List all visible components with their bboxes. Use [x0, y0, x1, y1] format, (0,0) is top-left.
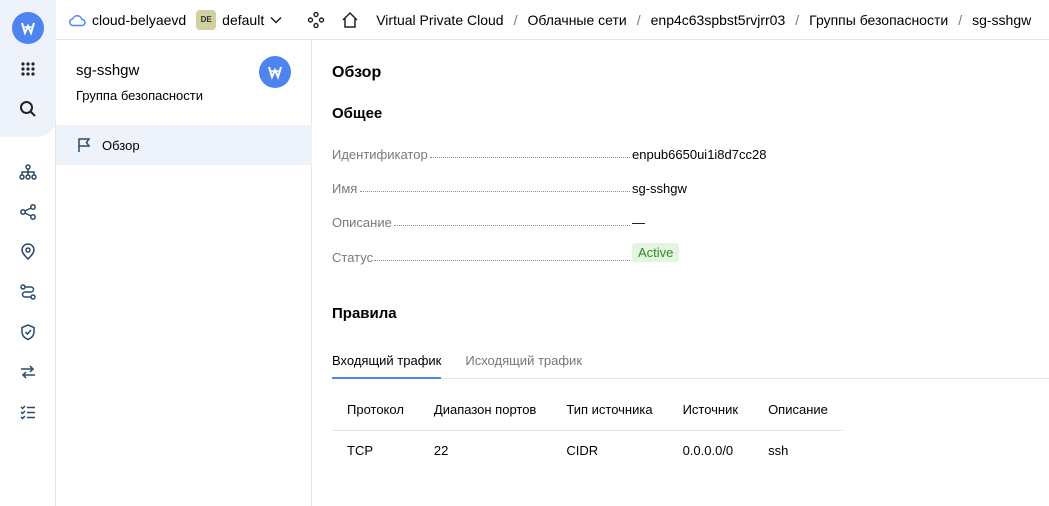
breadcrumb-bar: cloud-belyaevd DE default Virtual Privat…	[56, 0, 1049, 40]
property-value: —	[632, 215, 645, 230]
table-header-row: Протокол Диапазон портов Тип источника И…	[332, 390, 843, 430]
tab-ingress[interactable]: Входящий трафик	[332, 345, 442, 379]
property-row-status: Статус Active	[332, 243, 772, 265]
sidebar-item-overview[interactable]: Обзор	[56, 125, 312, 165]
dotted-leader	[394, 225, 630, 226]
page-title: Обзор	[332, 64, 382, 81]
breadcrumb-separator: /	[513, 11, 518, 28]
breadcrumb-vpc[interactable]: Virtual Private Cloud	[376, 12, 503, 28]
breadcrumb-separator: /	[795, 11, 800, 28]
arrows-exchange-icon[interactable]	[16, 360, 40, 384]
search-icon[interactable]	[16, 97, 40, 121]
breadcrumb-current: sg-sshgw	[972, 11, 1032, 28]
location-pin-icon[interactable]	[16, 240, 40, 264]
breadcrumb-cloud-networks[interactable]: Облачные сети	[527, 12, 626, 28]
column-header: Тип источника	[566, 402, 653, 418]
sidebar-item-label: Обзор	[102, 137, 140, 153]
dotted-leader	[374, 260, 630, 261]
folder-badge: DE	[196, 9, 217, 30]
dotted-leader	[360, 191, 630, 192]
apps-grid-icon[interactable]	[16, 57, 40, 81]
checklist-icon[interactable]	[16, 400, 40, 424]
folder-selector[interactable]: default	[216, 12, 282, 28]
breadcrumb-separator: /	[636, 11, 641, 28]
route-icon[interactable]	[16, 280, 40, 304]
main-content: Обзор Общее Идентификатор enpub6650ui1i8…	[313, 40, 1049, 506]
property-key: Идентификатор	[332, 147, 428, 162]
table-row[interactable]: TCP 22 CIDR 0.0.0.0/0 ssh	[332, 429, 843, 470]
resource-sidebar: sg-sshgw Группа безопасности Обзор	[56, 40, 312, 506]
property-key: Статус	[332, 250, 374, 265]
global-nav-rail	[0, 0, 56, 506]
cloud-icon	[69, 14, 86, 26]
breadcrumb-network-id[interactable]: enp4c63spbst5rvjrr03	[651, 12, 786, 28]
column-header: Протокол	[347, 402, 404, 418]
column-header: Источник	[682, 402, 739, 418]
services-icon[interactable]	[306, 10, 326, 30]
column-header: Описание	[768, 402, 828, 418]
section-title-general: Общее	[332, 105, 383, 122]
resource-title: sg-sshgw	[76, 62, 140, 79]
property-row-description: Описание —	[332, 210, 772, 230]
property-row-name: Имя sg-sshgw	[332, 176, 772, 196]
column-header: Диапазон портов	[433, 402, 537, 418]
home-icon[interactable]	[340, 10, 360, 30]
vpc-service-icon	[259, 56, 291, 88]
network-topology-icon[interactable]	[16, 160, 40, 184]
rules-table: Протокол Диапазон портов Тип источника И…	[332, 390, 843, 470]
property-row-id: Идентификатор enpub6650ui1i8d7cc28	[332, 142, 772, 162]
cloud-logo-icon[interactable]	[12, 12, 44, 44]
cell-source-type: CIDR	[551, 429, 668, 470]
property-key: Имя	[332, 181, 358, 196]
tab-egress[interactable]: Исходящий трафик	[465, 345, 582, 378]
breadcrumb: Virtual Private Cloud / Облачные сети / …	[376, 12, 1031, 28]
breadcrumb-security-groups[interactable]: Группы безопасности	[809, 12, 948, 28]
share-nodes-icon[interactable]	[16, 200, 40, 224]
shield-icon[interactable]	[16, 320, 40, 344]
cell-protocol: TCP	[332, 429, 419, 470]
flag-icon	[78, 138, 91, 152]
breadcrumb-separator: /	[958, 11, 963, 28]
status-badge: Active	[632, 243, 680, 262]
dotted-leader	[430, 157, 630, 158]
property-value: sg-sshgw	[632, 181, 687, 196]
folder-name: default	[222, 11, 265, 28]
property-value[interactable]: enpub6650ui1i8d7cc28	[632, 147, 766, 162]
cell-description: ssh	[753, 429, 843, 470]
property-key: Описание	[332, 215, 392, 230]
cloud-selector[interactable]: cloud-belyaevd	[68, 12, 186, 28]
resource-type: Группа безопасности	[76, 88, 203, 103]
section-title-rules: Правила	[332, 305, 397, 322]
cloud-name: cloud-belyaevd	[92, 11, 187, 28]
cell-port-range: 22	[418, 429, 552, 470]
cell-source: 0.0.0.0/0	[667, 429, 754, 470]
chevron-down-icon	[270, 16, 282, 24]
traffic-tabs: Входящий трафик Исходящий трафик	[332, 345, 1049, 379]
